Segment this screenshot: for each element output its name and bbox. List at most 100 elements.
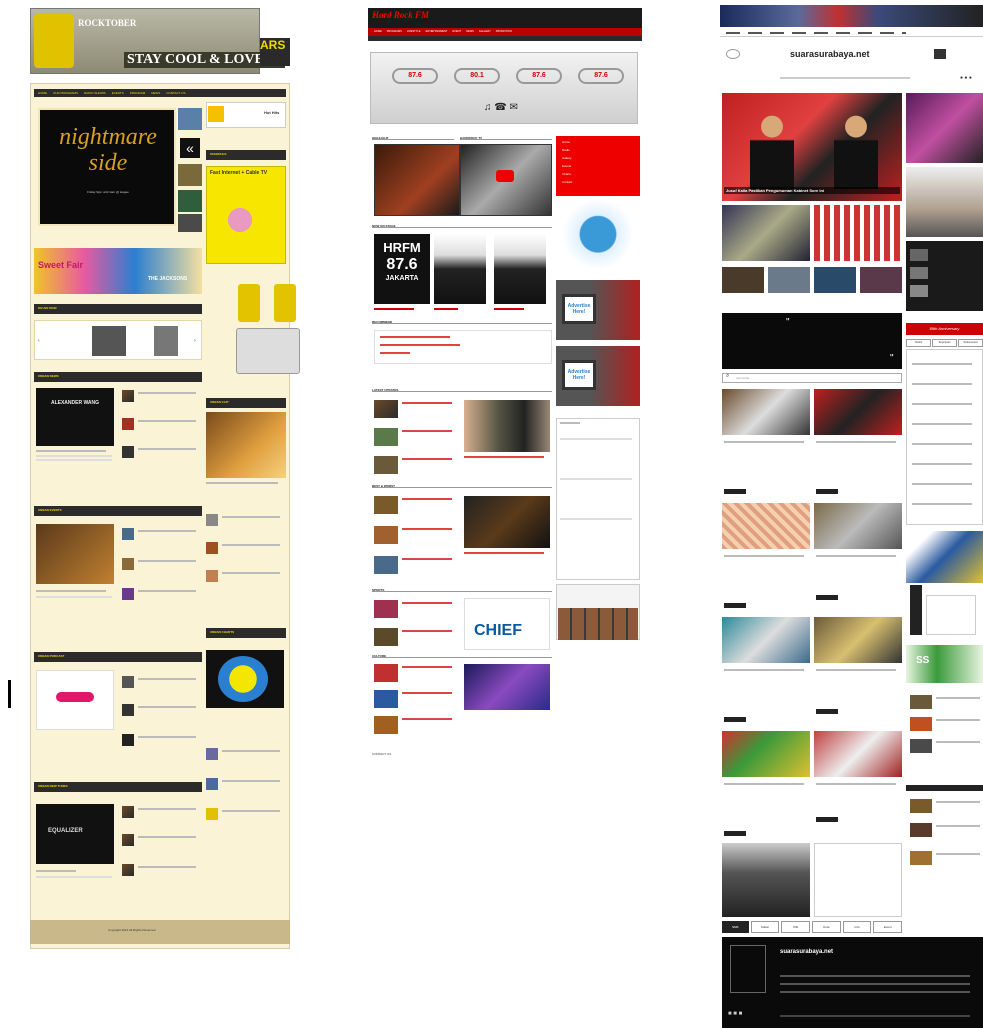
site1-nav-item[interactable]: EVENTS — [112, 89, 124, 97]
site3-sidebar-text[interactable] — [936, 741, 980, 743]
site3-bottom-tab[interactable]: SMK — [722, 921, 749, 933]
site3-sidebar-text[interactable] — [912, 403, 972, 405]
site2-bw-title[interactable] — [402, 528, 452, 530]
site2-update-feature[interactable] — [464, 400, 550, 452]
site1-truck-icon[interactable] — [236, 328, 300, 374]
site3-side-image[interactable] — [906, 167, 983, 237]
site1-bus-icon[interactable] — [238, 284, 260, 322]
site3-footer-logo[interactable]: suarasurabaya.net — [780, 949, 833, 955]
site3-sidebar-text[interactable] — [936, 719, 980, 721]
site3-thumb[interactable] — [814, 267, 856, 293]
site3-more-button[interactable] — [816, 489, 838, 494]
site3-search-icon[interactable]: ⌕ — [726, 373, 729, 380]
site3-sidebar-text[interactable] — [936, 825, 980, 827]
site3-news-text[interactable] — [724, 783, 804, 785]
site3-sidebar-text[interactable] — [912, 363, 972, 365]
site3-news-text[interactable] — [724, 441, 804, 443]
site3-sidebar-text[interactable] — [912, 503, 972, 505]
site2-station-icon[interactable]: 80.1 — [454, 68, 500, 84]
site3-sidebar-thumb[interactable] — [910, 695, 932, 709]
site2-update-thumb[interactable] — [374, 456, 398, 474]
site3-sidebar-thumb[interactable] — [910, 285, 928, 297]
site3-thumb[interactable] — [768, 267, 810, 293]
site2-station-icon[interactable]: 87.6 — [578, 68, 624, 84]
site2-bw-feature[interactable] — [464, 496, 550, 548]
site3-side-image[interactable] — [906, 93, 983, 163]
site3-sidebar-thumb[interactable] — [910, 739, 932, 753]
site2-nav-item[interactable]: HOME — [374, 28, 382, 36]
site2-logo[interactable]: Hard Rock FM — [372, 10, 429, 20]
site3-dots-icon[interactable]: ● ● ● — [960, 75, 972, 81]
site3-news-image[interactable] — [722, 731, 810, 777]
site1-news-image[interactable] — [36, 388, 114, 446]
site2-video-player[interactable] — [374, 144, 460, 216]
site1-clip-image[interactable] — [206, 412, 286, 478]
site3-news-image[interactable] — [814, 503, 902, 549]
site1-bus-icon[interactable] — [274, 284, 296, 322]
site2-photo-grid[interactable] — [558, 608, 638, 640]
site2-culture-title[interactable] — [402, 666, 452, 668]
site3-headline[interactable]: Jusuf Kalla Pastikan Pengumuman Kabinet … — [724, 187, 900, 194]
site2-bw-title[interactable] — [402, 558, 452, 560]
site2-update-title[interactable] — [402, 402, 452, 404]
site2-social-icons[interactable]: ♫ ☎ ✉ — [484, 102, 518, 113]
site1-dj-photo[interactable] — [154, 326, 178, 356]
site3-logo[interactable]: suarasurabaya.net — [790, 49, 870, 59]
site3-bottom-tab[interactable]: Event — [873, 921, 903, 933]
site2-bw-thumb[interactable] — [374, 496, 398, 514]
site3-news-card[interactable] — [814, 843, 902, 917]
site3-footer-links[interactable] — [780, 1015, 970, 1017]
site3-news-text[interactable] — [724, 555, 804, 557]
site2-side-menu-item[interactable]: Home — [562, 140, 572, 144]
site3-bottom-tab[interactable]: Klik — [781, 921, 811, 933]
site1-news-thumb[interactable] — [122, 418, 134, 430]
site3-sidebar-text[interactable] — [912, 463, 972, 465]
site1-slider-thumb[interactable] — [178, 108, 202, 130]
site3-sidebar-tab[interactable]: Terpopuler — [932, 339, 957, 347]
site3-more-button[interactable] — [724, 831, 746, 836]
site2-recommend-link[interactable] — [380, 344, 460, 346]
site2-nav-item[interactable]: GALLERY — [479, 28, 491, 36]
site2-nav-item[interactable]: ENTERTAINMENT — [426, 28, 448, 36]
site1-nav-item[interactable]: RADIO SHOWS — [84, 89, 106, 97]
site3-promo-banner[interactable] — [906, 531, 983, 583]
site3-right-logo-icon[interactable] — [934, 49, 946, 59]
site1-sidebar-thumb[interactable] — [206, 542, 218, 554]
site2-update-thumb[interactable] — [374, 400, 398, 418]
site1-sidebar-thumb[interactable] — [206, 570, 218, 582]
site3-news-image[interactable] — [814, 617, 902, 663]
site3-thumb[interactable] — [814, 205, 902, 261]
site3-top-banner[interactable] — [720, 5, 983, 27]
site3-footer-links[interactable] — [780, 991, 970, 993]
site1-nav-item[interactable]: CONTACT US — [166, 89, 185, 97]
site2-widget-tab[interactable] — [560, 422, 580, 424]
site3-sidebar-tab[interactable]: Terkini — [906, 339, 931, 347]
site1-podcast-thumb[interactable] — [122, 704, 134, 716]
site2-update-title[interactable] — [402, 458, 452, 460]
site3-bottom-tab[interactable]: Kota — [812, 921, 841, 933]
site3-news-image[interactable] — [722, 617, 810, 663]
site1-event-image[interactable] — [36, 524, 114, 584]
site3-news-image[interactable] — [814, 731, 902, 777]
site2-culture-title[interactable] — [402, 692, 452, 694]
site3-more-button[interactable] — [816, 595, 838, 600]
site3-sidebar-text[interactable] — [912, 383, 972, 385]
site1-nav-item[interactable]: HOME — [38, 89, 47, 97]
site3-sidebar-text[interactable] — [936, 853, 980, 855]
site1-nav-item[interactable]: PROGRAM — [130, 89, 146, 97]
site2-bw-thumb[interactable] — [374, 526, 398, 544]
site2-update-thumb[interactable] — [374, 428, 398, 446]
site3-more-button[interactable] — [724, 717, 746, 722]
site1-slider-thumb[interactable] — [178, 164, 202, 186]
site2-side-menu-item[interactable]: Events — [562, 164, 572, 168]
site3-news-text[interactable] — [816, 441, 896, 443]
site2-hrfm-logo[interactable]: HRFM 87.6 JAKARTA — [374, 234, 430, 304]
site2-nav-item[interactable]: PROGRAMS — [387, 28, 402, 36]
site2-bw-caption[interactable] — [464, 552, 544, 554]
site3-anniversary-badge[interactable]: 89th Anniversary — [906, 323, 983, 335]
site2-contact-label[interactable]: CONTACT US — [372, 752, 391, 756]
site2-culture-feature[interactable] — [464, 664, 550, 710]
site2-culture-thumb[interactable] — [374, 664, 398, 682]
site1-dj-photo[interactable] — [92, 326, 126, 356]
site3-news-image[interactable] — [722, 503, 810, 549]
